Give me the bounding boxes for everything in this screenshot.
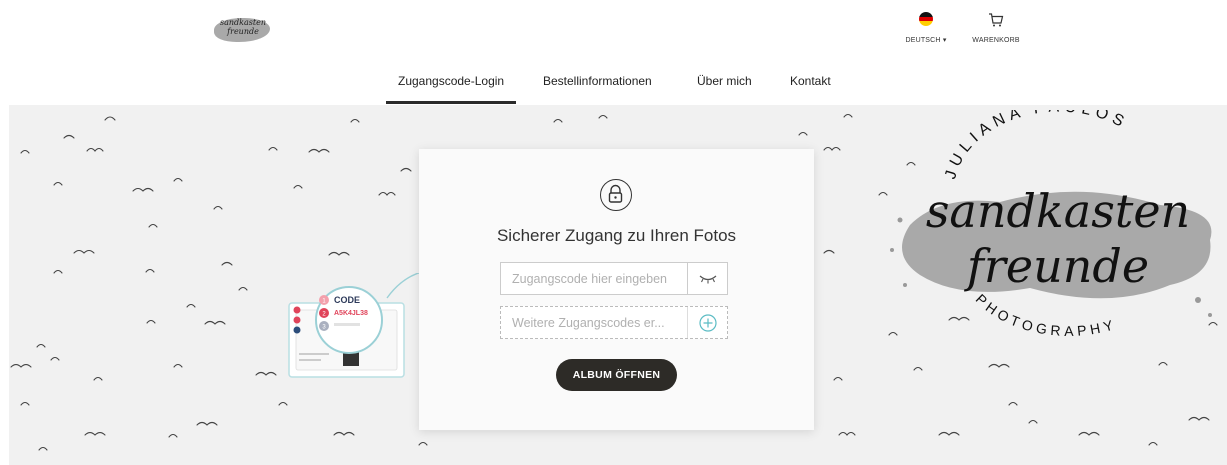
nav-kontakt[interactable]: Kontakt — [790, 74, 831, 88]
language-selector[interactable]: DEUTSCH ▾ — [898, 12, 954, 48]
cart-label: WARENKORB — [972, 37, 1020, 44]
nav-ueber-mich[interactable]: Über mich — [697, 74, 752, 88]
padlock-icon — [600, 179, 632, 211]
cart-button[interactable]: WARENKORB — [966, 12, 1026, 48]
eye-closed-icon — [699, 275, 717, 283]
illus-code-value: A5K4JL38 — [334, 310, 368, 317]
main-nav: Zugangscode-Login Bestellinformationen Ü… — [0, 74, 1227, 104]
site-logo[interactable]: sandkasten freunde — [214, 12, 270, 46]
plus-circle-icon — [699, 313, 717, 332]
code-card-illustration: 1 2 3 CODE A5K4JL38 — [288, 273, 422, 378]
brand-arc-top: JULIANA PAULOS — [942, 110, 1131, 181]
cart-icon — [989, 13, 1004, 27]
language-label: DEUTSCH ▾ — [905, 37, 947, 44]
nav-zugangscode-login[interactable]: Zugangscode-Login — [385, 74, 517, 104]
login-card: Sicherer Zugang zu Ihren Fotos ALBUM ÖFF… — [419, 149, 814, 430]
site-header: sandkasten freunde DEUTSCH ▾ WARENKORB Z… — [0, 0, 1227, 105]
german-flag-icon — [919, 12, 933, 26]
brand-script-line1: sandkasten — [926, 184, 1190, 238]
add-code-button[interactable] — [688, 307, 728, 338]
more-codes-input[interactable] — [501, 307, 687, 338]
more-codes-field — [500, 306, 728, 339]
brand-script-line2: freunde — [964, 239, 1149, 293]
illus-code-label: CODE — [334, 295, 360, 305]
nav-bestellinformationen[interactable]: Bestellinformationen — [543, 74, 652, 88]
logo-text: sandkasten freunde — [220, 18, 266, 36]
login-title: Sicherer Zugang zu Ihren Fotos — [496, 226, 737, 245]
toggle-visibility-button[interactable] — [688, 263, 728, 294]
open-album-button[interactable]: ALBUM ÖFFNEN — [556, 359, 677, 391]
access-code-field — [500, 262, 728, 295]
brand-logo: JULIANA PAULOS sandkasten freunde PHOTOG… — [890, 110, 1212, 339]
access-code-input[interactable] — [501, 263, 687, 294]
